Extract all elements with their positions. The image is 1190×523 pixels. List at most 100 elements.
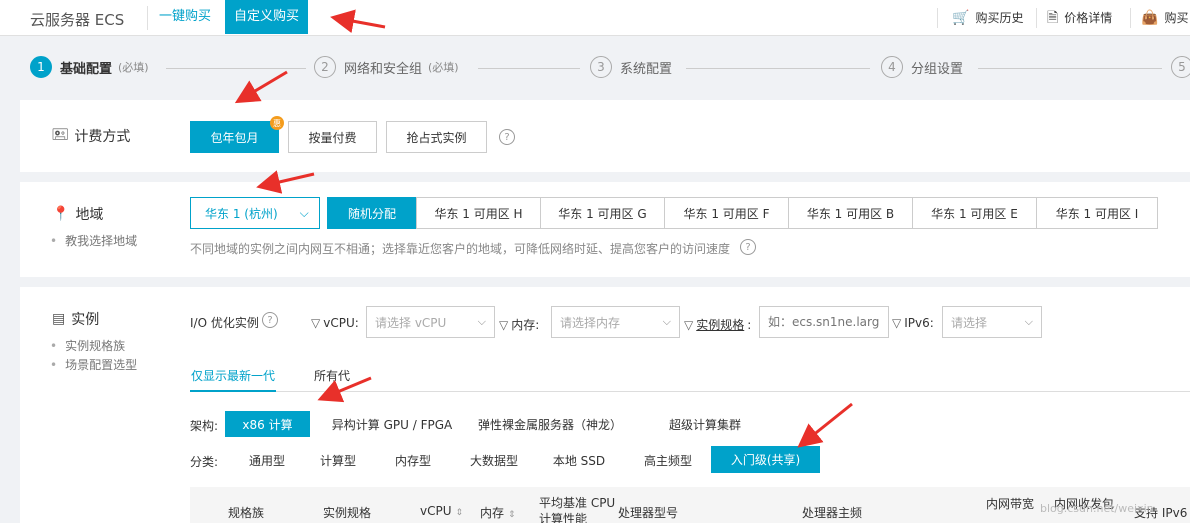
zone-h-button[interactable]: 华东 1 可用区 H bbox=[416, 197, 541, 229]
billing-spot-instance-button[interactable]: 抢占式实例 bbox=[386, 121, 487, 153]
price-detail-link[interactable]: 🗎 价格详情 bbox=[1047, 0, 1112, 36]
divider bbox=[147, 6, 148, 30]
billing-subscription-button[interactable]: 包年包月 惠 bbox=[190, 116, 284, 153]
filter-icon: ▽ bbox=[892, 316, 902, 330]
help-icon[interactable]: ? bbox=[262, 312, 278, 328]
billing-subscription-label: 包年包月 bbox=[210, 130, 259, 145]
step-label: 网络和安全组 bbox=[344, 61, 423, 77]
instance-title-label: 实例 bbox=[71, 312, 100, 328]
zone-i-button[interactable]: 华东 1 可用区 I bbox=[1036, 197, 1158, 229]
spec-filter-colon: : bbox=[747, 317, 752, 332]
ipv6-filter-text: IPv6: bbox=[904, 316, 934, 330]
help-icon[interactable]: ? bbox=[740, 239, 756, 255]
step-connector bbox=[478, 68, 580, 69]
instance-help-links: 实例规格族 场景配置选型 bbox=[50, 337, 137, 375]
zone-random-button[interactable]: 随机分配 bbox=[327, 197, 417, 229]
tab-custom-buy[interactable]: 自定义购买 bbox=[225, 0, 309, 34]
memory-select-placeholder: 请选择内存 bbox=[560, 315, 621, 330]
io-optimized-label: I/O 优化实例 bbox=[190, 314, 259, 331]
arch-x86-button[interactable]: x86 计算 bbox=[225, 411, 310, 437]
step-number: 1 bbox=[30, 56, 52, 78]
category-local-ssd-button[interactable]: 本地 SSD bbox=[544, 447, 614, 473]
step-system-config[interactable]: 3 系统配置 bbox=[590, 56, 672, 78]
tab-quick-buy[interactable]: 一键购买 bbox=[150, 0, 220, 34]
step-number: 3 bbox=[590, 56, 612, 78]
sort-icon[interactable]: ⇕ bbox=[456, 508, 464, 518]
memory-select[interactable]: 请选择内存 ⌵ bbox=[551, 306, 680, 338]
cart-icon: 🛒 bbox=[952, 10, 970, 26]
buy-link[interactable]: 👜 购买 bbox=[1141, 0, 1188, 36]
region-select-value: 华东 1 (杭州) bbox=[205, 206, 278, 221]
sort-icon[interactable]: ⇕ bbox=[508, 510, 516, 520]
step-required: (必填) bbox=[118, 61, 149, 74]
filter-icon: ▽ bbox=[684, 317, 694, 332]
memory-filter-label: ▽ 内存: bbox=[499, 316, 539, 333]
billing-pay-as-you-go-button[interactable]: 按量付费 bbox=[288, 121, 377, 153]
category-big-data-button[interactable]: 大数据型 bbox=[458, 447, 530, 473]
zone-b-button[interactable]: 华东 1 可用区 B bbox=[788, 197, 913, 229]
region-help-link[interactable]: 教我选择地域 bbox=[50, 232, 137, 251]
divider bbox=[937, 8, 938, 28]
tab-latest-generation[interactable]: 仅显示最新一代 bbox=[191, 367, 275, 384]
billing-icon: 🖭 bbox=[52, 127, 69, 143]
step-connector bbox=[686, 68, 870, 69]
step-basic-config[interactable]: 1 基础配置 (必填) bbox=[30, 56, 149, 78]
purchase-history-link[interactable]: 🛒 购买历史 bbox=[952, 0, 1023, 36]
server-icon: ▤ bbox=[52, 311, 66, 327]
scenario-config-link[interactable]: 场景配置选型 bbox=[50, 356, 137, 375]
region-section: 📍 地域 教我选择地域 华东 1 (杭州) ⌵ 随机分配 华东 1 可用区 H … bbox=[20, 182, 1190, 277]
category-general-button[interactable]: 通用型 bbox=[232, 447, 302, 473]
step-group-settings[interactable]: 4 分组设置 bbox=[881, 56, 963, 78]
arch-super-computing-button[interactable]: 超级计算集群 bbox=[652, 411, 758, 437]
col-memory-label: 内存 bbox=[480, 506, 505, 520]
arch-gpu-fpga-button[interactable]: 异构计算 GPU / FPGA bbox=[322, 411, 462, 437]
spec-filter-label: ▽ 实例规格 : bbox=[684, 316, 751, 333]
category-label: 分类: bbox=[190, 455, 219, 469]
col-cpu-baseline[interactable]: 平均基准 CPU 计算性能 bbox=[539, 495, 621, 523]
step-number: 4 bbox=[881, 56, 903, 78]
help-icon[interactable]: ? bbox=[499, 129, 515, 145]
tab-all-generations[interactable]: 所有代 bbox=[314, 367, 350, 384]
col-vcpu-label: vCPU bbox=[420, 504, 452, 518]
category-memory-button[interactable]: 内存型 bbox=[380, 447, 446, 473]
product-title: 云服务器 ECS bbox=[30, 11, 125, 29]
category-entry-shared-button[interactable]: 入门级(共享) bbox=[711, 446, 820, 473]
col-family[interactable]: 规格族 bbox=[228, 504, 264, 521]
step-progress: 1 基础配置 (必填) 2 网络和安全组 (必填) 3 系统配置 4 分组设置 … bbox=[0, 36, 1190, 100]
step-connector bbox=[978, 68, 1162, 69]
arch-bare-metal-button[interactable]: 弹性裸金属服务器（神龙） bbox=[475, 411, 625, 437]
zone-f-button[interactable]: 华东 1 可用区 F bbox=[664, 197, 789, 229]
step-label: 基础配置 bbox=[60, 61, 113, 77]
region-hint: 不同地域的实例之间内网互不相通；选择靠近您客户的地域，可降低网络时延、提高您客户… bbox=[190, 242, 731, 256]
step-connector bbox=[166, 68, 306, 69]
filter-icon: ▽ bbox=[499, 317, 509, 332]
category-high-clock-button[interactable]: 高主频型 bbox=[631, 447, 705, 473]
category-compute-button[interactable]: 计算型 bbox=[305, 447, 371, 473]
vcpu-filter-label: ▽ vCPU: bbox=[311, 316, 359, 330]
col-spec[interactable]: 实例规格 bbox=[323, 504, 371, 521]
billing-title: 🖭 计费方式 bbox=[52, 124, 130, 148]
ipv6-select[interactable]: 请选择 ⌵ bbox=[942, 306, 1042, 338]
top-bar: 云服务器 ECS 一键购买 自定义购买 🛒 购买历史 🗎 价格详情 👜 购买 bbox=[0, 0, 1190, 36]
col-cpu-model[interactable]: 处理器型号 bbox=[618, 504, 678, 521]
spec-filter-text[interactable]: 实例规格 bbox=[696, 316, 744, 333]
col-memory[interactable]: 内存 ⇕ bbox=[480, 504, 516, 521]
vcpu-select[interactable]: 请选择 vCPU ⌵ bbox=[366, 306, 495, 338]
instance-family-link[interactable]: 实例规格族 bbox=[50, 337, 137, 356]
zone-e-button[interactable]: 华东 1 可用区 E bbox=[912, 197, 1037, 229]
spec-input[interactable] bbox=[759, 306, 889, 338]
billing-spot-instance-label: 抢占式实例 bbox=[406, 130, 467, 145]
chevron-down-icon: ⌵ bbox=[299, 205, 309, 220]
chevron-down-icon: ⌵ bbox=[477, 315, 486, 328]
step-five[interactable]: 5 bbox=[1171, 56, 1190, 78]
zone-g-button[interactable]: 华东 1 可用区 G bbox=[540, 197, 665, 229]
ipv6-filter-label: ▽ IPv6: bbox=[892, 316, 934, 330]
step-network-security[interactable]: 2 网络和安全组 (必填) bbox=[314, 56, 459, 78]
chevron-down-icon: ⌵ bbox=[1024, 315, 1033, 328]
col-vcpu[interactable]: vCPU ⇕ bbox=[420, 504, 463, 518]
col-cpu-clock[interactable]: 处理器主频 bbox=[802, 504, 862, 521]
region-select[interactable]: 华东 1 (杭州) ⌵ bbox=[190, 197, 320, 229]
col-bandwidth[interactable]: 内网带宽 bbox=[986, 495, 1034, 512]
region-title: 📍 地域 bbox=[52, 204, 103, 224]
billing-title-label: 计费方式 bbox=[74, 129, 131, 145]
